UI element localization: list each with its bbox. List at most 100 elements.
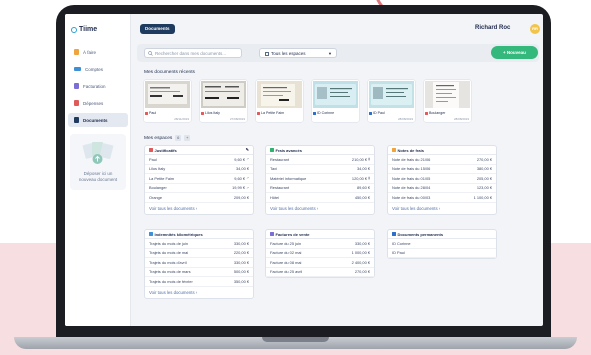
recent-document-card[interactable]: Boulanger 28/08/2019 [424,80,471,122]
expense-icon [74,100,79,106]
see-all-documents-link[interactable]: Voir tous les documents › [266,203,374,214]
table-row[interactable]: Taxi 34,00 € [266,165,374,174]
app-logo[interactable]: Tiime [71,26,97,33]
row-label: Note de frais du 28/04 [392,185,431,191]
space-filter-select[interactable]: Tous les espaces ▼ [259,48,337,58]
chevron-down-icon: ▼ [328,51,332,56]
table-row[interactable]: Facture du 25 avril 270,00 € [266,268,374,277]
space-card-title[interactable]: Documents permanents [388,230,496,239]
table-row[interactable]: Note de frais du 21/06 270,00 € [388,155,496,165]
space-card-title[interactable]: Factures de vente [266,230,374,239]
table-row[interactable]: ID Corinne [388,239,496,249]
avatar[interactable]: RR [530,24,540,34]
document-type-icon [145,111,148,115]
page-title-tab[interactable]: Documents [140,24,175,34]
row-amount: 34,00 € [357,166,370,172]
sidebar-nav: À faire Comptes Facturation Dépenses Doc… [68,45,128,130]
table-row[interactable]: Facture du 25 juin 330,00 € [266,239,374,249]
space-card-title-text: Notes de frais [397,147,424,153]
spaces-title: Mes espaces [144,135,173,141]
receipt-thumbnail [425,81,470,108]
row-label: Note de frais du 01/05 [392,175,431,181]
row-amount: 9,60 € [234,156,246,162]
table-row[interactable]: Trajets du mois de mai 220,00 € [145,249,253,258]
row-amount: 450,00 € [354,194,370,200]
table-row[interactable]: Hôtel 450,00 € [266,193,374,203]
table-row[interactable]: Facture du 02 mai 1 000,00 € [266,249,374,258]
app-screen: Tiime À faire Comptes Facturation Dépens… [65,14,543,326]
space-card-frais-avances: Frais avancés Restaurant 210,00 € ▮ Taxi 34… [265,145,375,215]
document-type-icon [369,111,372,115]
see-all-documents-link[interactable]: Voir tous les documents › [145,287,253,298]
recent-document-card[interactable]: La Petite Faim [256,80,303,122]
table-row[interactable]: Restaurant 210,00 € ▮ [266,155,374,165]
table-row[interactable]: Lilos Italy 34,00 € [145,165,253,174]
table-row[interactable]: Trajets du mois de juin 330,00 € [145,239,253,249]
table-row[interactable]: Paul 9,60 € ↗ [145,155,253,165]
recent-document-card[interactable]: ID Corinne [312,80,359,122]
sidebar-item-label: Comptes [85,66,104,72]
row-label: Facture du 02 mai [270,250,302,256]
recent-document-date: 28/08/2019 [453,117,469,121]
table-row[interactable]: Orange 209,00 € [145,193,253,203]
table-row[interactable]: Matériel informatique 120,00 € ▮ [266,174,374,184]
table-row[interactable]: Boulanger 19,99 € ↗ [145,184,253,193]
space-card-notes-de-frais: Notes de frais Note de frais du 21/06 270… [387,145,497,215]
recent-document-name: ID Corinne [317,111,335,115]
recent-documents-title: Mes documents récents [144,70,195,75]
sidebar-item-comptes[interactable]: Comptes [68,62,128,76]
table-row[interactable]: Note de frais du 28/04 123,00 € [388,184,496,193]
sidebar-item-label: Facturation [83,83,106,89]
document-drop-zone[interactable]: Déposer ici un nouveau document [70,134,126,190]
sidebar-item-label: Documents [83,117,108,123]
table-row[interactable]: Note de frais du 00/03 1 100,00 € [388,193,496,203]
table-row[interactable]: ID Paul [388,249,496,258]
recent-document-card[interactable]: Paul 28/11/2019 [144,80,191,122]
new-document-button[interactable]: + Nouveau [491,46,538,59]
drop-zone-text: Déposer ici un nouveau document [72,171,124,182]
search-icon [148,51,153,56]
row-label: Trajets du mois de février [149,278,193,284]
row-label: Facture du 25 juin [270,240,302,246]
table-row[interactable]: Trajets du mois de février 350,00 € [145,277,253,287]
row-amount: 210,00 € [351,156,368,162]
sidebar-item-label: À faire [83,49,97,55]
see-all-documents-link[interactable]: Voir tous les documents › [145,203,253,214]
bank-icon [74,67,81,71]
space-card-title[interactable]: Notes de frais [388,146,496,155]
row-label: Orange [149,194,162,200]
row-label: Trajets du mois d'avril [149,259,187,265]
search-input[interactable]: Rechercher dans mes documents... [144,48,242,58]
table-row[interactable]: La Petite Faim 9,60 € ↗ [145,174,253,184]
row-label: Restaurant [270,185,290,191]
row-label: Note de frais du 21/06 [392,156,431,162]
see-all-documents-link[interactable]: Voir tous les documents › [388,203,496,214]
table-row[interactable]: Note de frais du 01/05 205,00 € [388,174,496,184]
row-label: Lilos Italy [149,166,166,172]
row-amount: 2 400,00 € [351,259,370,265]
sidebar-item-depenses[interactable]: Dépenses [68,96,128,110]
sidebar-item-documents[interactable]: Documents [68,113,128,127]
link-icon: ↗ [246,176,249,181]
table-row[interactable]: Note de frais du 15/06 380,00 € [388,165,496,174]
space-card-title[interactable]: Frais avancés [266,146,374,155]
table-row[interactable]: Facture du 08 mai 2 400,00 € [266,258,374,268]
table-row[interactable]: Trajets du mois d'avril 330,00 € [145,258,253,268]
row-amount: 270,00 € [354,269,370,275]
row-label: Hôtel [270,194,280,200]
user-name[interactable]: Richard Roc [475,25,510,31]
recent-document-card[interactable]: ID Paul 28/08/2019 [368,80,415,122]
documents-icon [74,117,79,123]
recent-document-card[interactable]: Lilos Italy 27/08/2019 [200,80,247,122]
table-row[interactable]: Trajets du mois de mars 500,00 € [145,268,253,277]
add-space-icon[interactable]: + [184,135,191,141]
recent-document-name: ID Paul [373,111,385,115]
pin-icon[interactable]: ✎ [246,147,249,152]
sidebar-item-facturation[interactable]: Facturation [68,79,128,93]
sidebar-item-a-faire[interactable]: À faire [68,45,128,59]
space-card-title[interactable]: Indemnités kilométriques [145,230,253,239]
space-card-title[interactable]: Justificatifs ✎ [145,146,253,155]
table-row[interactable]: Restaurant 89,60 € [266,184,374,193]
documents-upload-icon [82,142,114,164]
car-icon [149,232,153,236]
